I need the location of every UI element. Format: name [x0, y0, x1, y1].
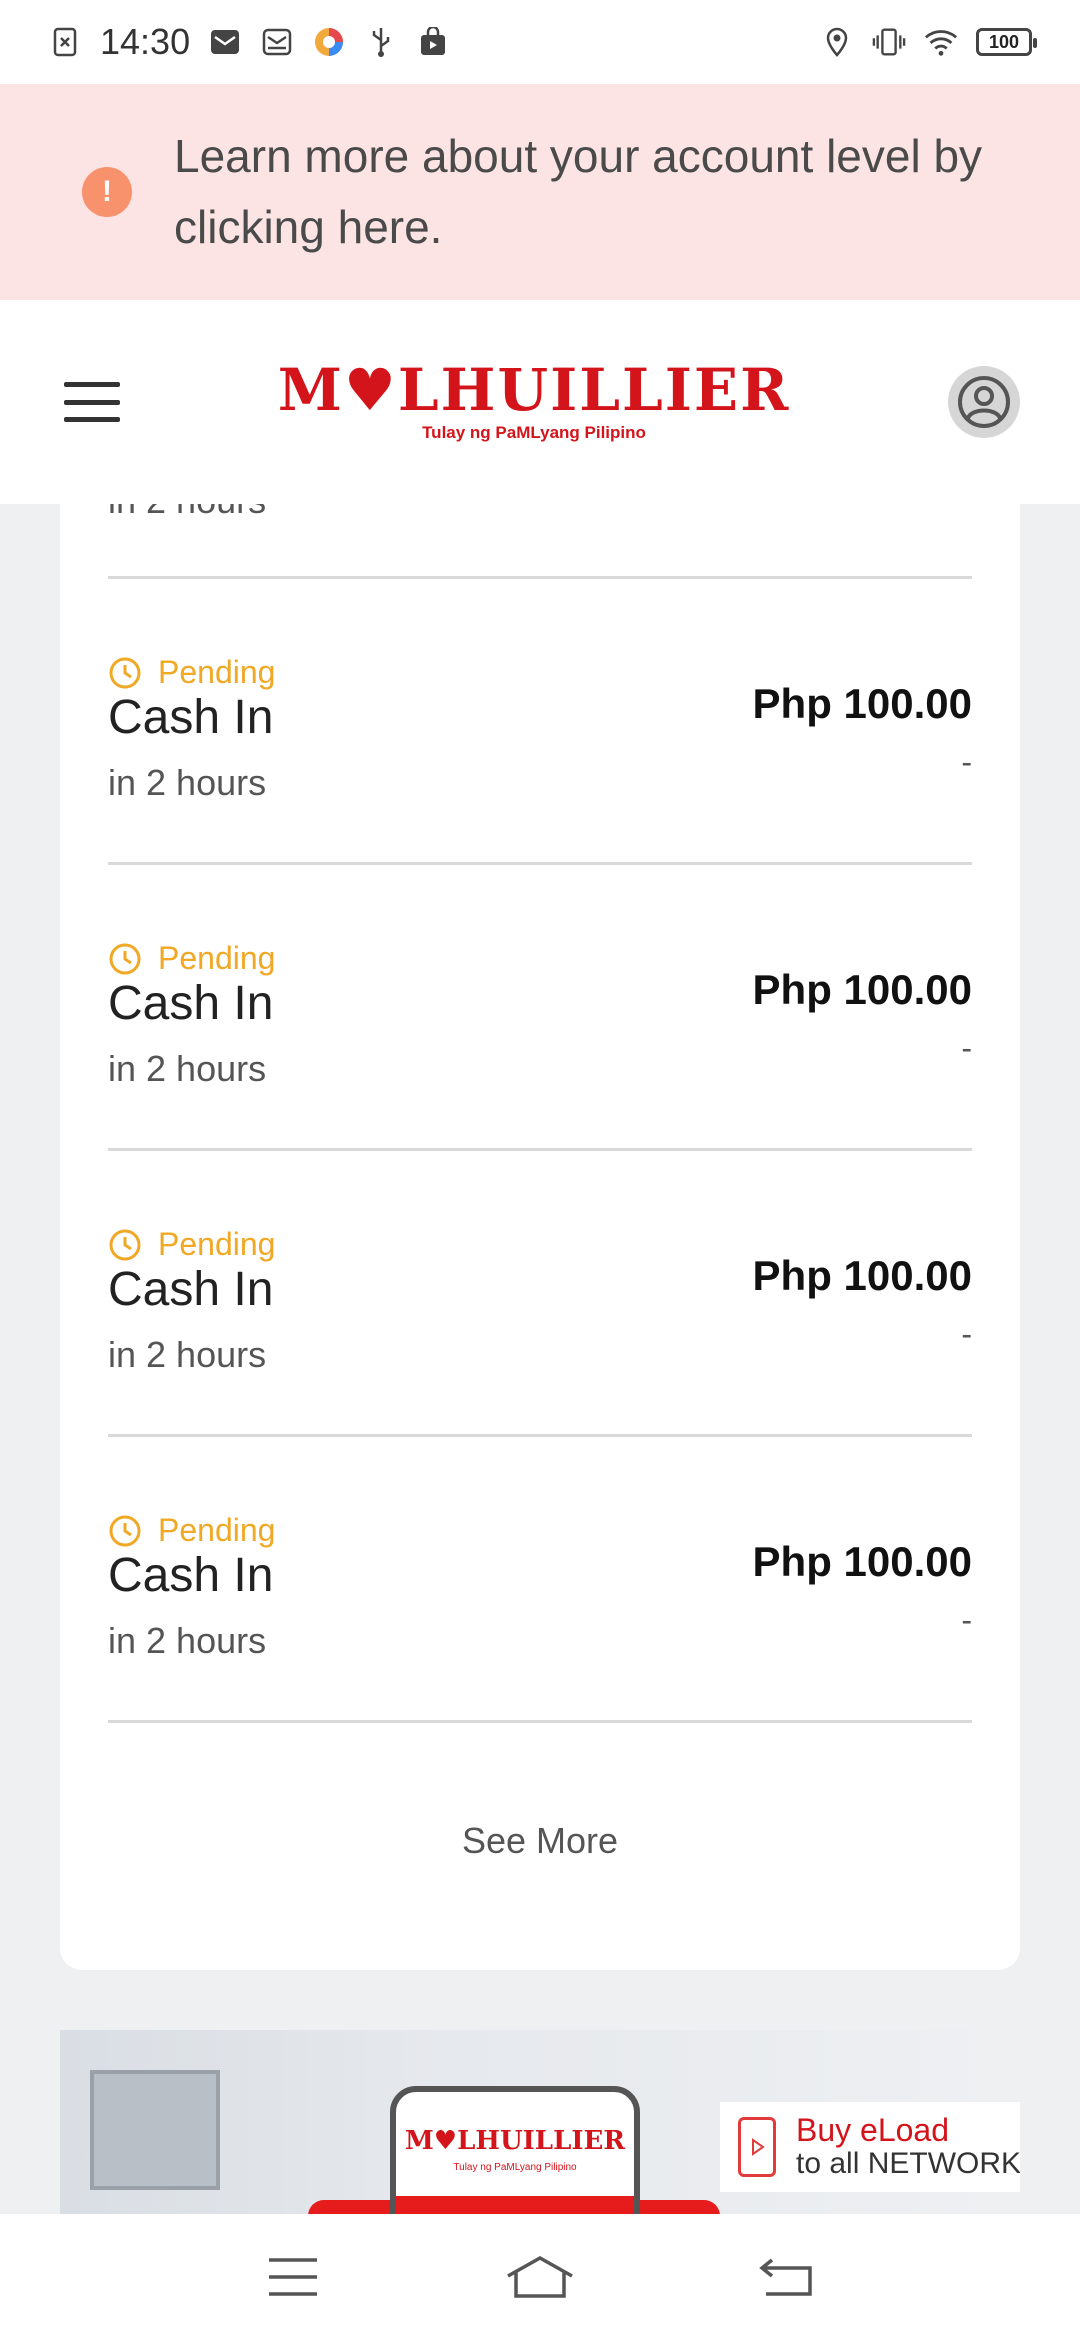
- home-icon: [507, 2255, 573, 2298]
- logo-tagline: Tulay ng PaMLyang Pilipino: [422, 423, 646, 442]
- menu-button[interactable]: [64, 382, 120, 422]
- menu-icon: [269, 2258, 318, 2296]
- account-level-banner[interactable]: ! Learn more about your account level by…: [0, 84, 1080, 300]
- vibrate-icon: [872, 25, 906, 59]
- app-header: M♥LHUILLIER Tulay ng PaMLyang Pilipino: [0, 300, 1080, 504]
- menu-line: [64, 417, 120, 422]
- transaction-time: in 2 hours: [108, 1620, 267, 1661]
- list-item[interactable]: Pending Cash In in 2 hours Php 100.00 -: [108, 644, 972, 930]
- divider: [108, 1434, 972, 1437]
- list-item[interactable]: Pending Cash In in 2 hours Php 100.00 -: [108, 1502, 972, 1788]
- info-icon: !: [82, 167, 132, 217]
- transaction-amount: Php 100.00: [752, 1252, 972, 1299]
- battery-icon: 100: [976, 28, 1037, 56]
- clock-icon: [109, 943, 141, 974]
- location-icon: [820, 25, 854, 59]
- promo-tag: Buy eLoad to all NETWORK: [720, 2102, 1020, 2192]
- usb-icon: [364, 25, 398, 59]
- logo-wordmark: M♥LHUILLIER: [277, 356, 791, 424]
- transaction-title: Cash In: [108, 1549, 274, 1602]
- inbox-icon: [260, 25, 294, 59]
- transaction-title: Cash In: [108, 1263, 274, 1316]
- content-scroll[interactable]: in 2 hours Pending Cash In in 2 hours Ph…: [0, 504, 1080, 2214]
- promo-wall-art: [90, 2070, 220, 2190]
- clock-icon: [109, 1515, 141, 1546]
- status-text: Pending: [158, 1512, 276, 1548]
- back-button[interactable]: [747, 2247, 827, 2307]
- clock-icon: [109, 657, 141, 688]
- status-text: Pending: [158, 1226, 276, 1262]
- divider: [108, 576, 972, 579]
- transaction-title: Cash In: [108, 977, 274, 1030]
- promo-tag-line1: Buy eLoad: [796, 2112, 950, 2148]
- clock-icon: [109, 1229, 141, 1260]
- list-item[interactable]: Pending Cash In in 2 hours Php 100.00 -: [108, 930, 972, 1216]
- recent-apps-button[interactable]: [253, 2247, 333, 2307]
- list-item[interactable]: Pending Cash In in 2 hours Php 100.00 -: [108, 1216, 972, 1502]
- status-badge: Pending: [108, 1512, 275, 1549]
- transaction-detail: -: [961, 1316, 972, 1352]
- transaction-detail: -: [961, 1030, 972, 1066]
- wifi-icon: [924, 25, 958, 59]
- back-icon: [758, 2258, 812, 2296]
- system-nav-bar: [0, 2214, 1080, 2340]
- status-badge: Pending: [108, 654, 275, 691]
- home-button[interactable]: [500, 2247, 580, 2307]
- transaction-amount: Php 100.00: [752, 1538, 972, 1585]
- status-badge: Pending: [108, 940, 275, 977]
- transaction-amount: Php 100.00: [752, 680, 972, 727]
- transaction-time: in 2 hours: [108, 762, 267, 803]
- promo-phone-tagline: Tulay ng PaMLyang Pilipino: [453, 2162, 577, 2173]
- menu-line: [64, 382, 120, 387]
- banner-text[interactable]: Learn more about your account level by c…: [174, 121, 1040, 263]
- see-more-button[interactable]: See More: [60, 1820, 1020, 1862]
- transaction-title: Cash In: [108, 691, 274, 744]
- transaction-time: in 2 hours: [108, 1334, 267, 1375]
- transaction-detail: -: [961, 744, 972, 780]
- screen: 14:30 100 ! Learn more about your accoun…: [0, 0, 1080, 2340]
- promo-tag-line2: to all NETWORK: [796, 2147, 1020, 2180]
- promo-phone: M♥LHUILLIER Tulay ng PaMLyang Pilipino: [390, 2086, 640, 2214]
- clock: 14:30: [100, 21, 191, 62]
- profile-button[interactable]: [948, 366, 1020, 438]
- transaction-amount: Php 100.00: [752, 966, 972, 1013]
- status-badge: Pending: [108, 1226, 275, 1263]
- shopping-bag-icon: [416, 25, 450, 59]
- promo-phone-red: [396, 2196, 634, 2214]
- divider: [108, 862, 972, 865]
- browser-icon: [312, 25, 346, 59]
- menu-line: [64, 399, 120, 405]
- user-icon: [958, 376, 1010, 428]
- transaction-time: in 2 hours: [108, 1048, 267, 1089]
- mail-icon: [208, 25, 242, 59]
- divider: [108, 1720, 972, 1723]
- promo-phone-logo: M♥LHUILLIER: [405, 2126, 625, 2156]
- transaction-time-partial: in 2 hours: [108, 504, 266, 522]
- sim-error-icon: [48, 25, 82, 59]
- transaction-detail: -: [961, 1602, 972, 1638]
- status-bar: 14:30 100: [0, 0, 1080, 84]
- mlhuillier-logo: M♥LHUILLIER Tulay ng PaMLyang Pilipino: [278, 361, 791, 443]
- promo-banner[interactable]: M♥LHUILLIER Tulay ng PaMLyang Pilipino B…: [60, 2030, 1020, 2214]
- mobile-load-icon: [738, 2117, 776, 2177]
- status-text: Pending: [158, 940, 276, 976]
- status-text: Pending: [158, 654, 276, 690]
- divider: [108, 1148, 972, 1151]
